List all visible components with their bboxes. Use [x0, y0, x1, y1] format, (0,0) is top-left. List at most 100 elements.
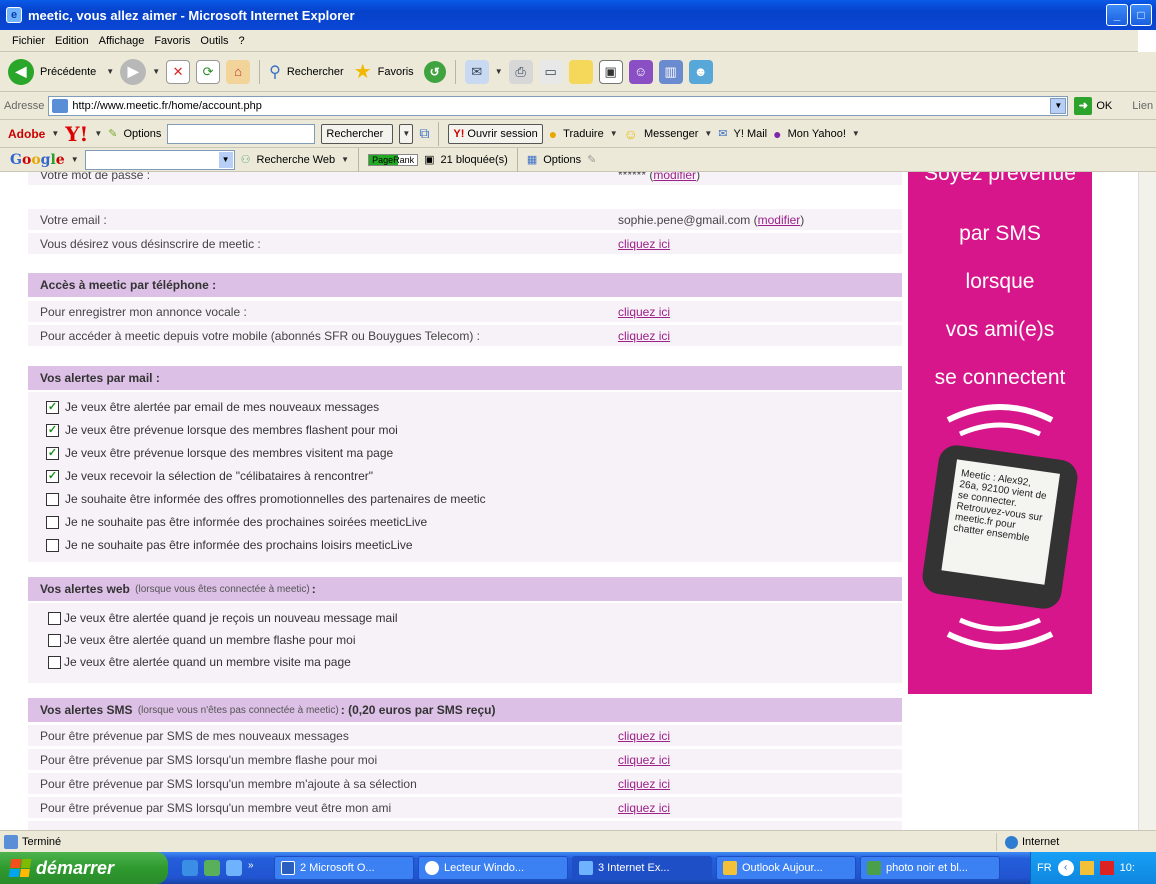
go-button-label[interactable]: OK [1096, 100, 1112, 112]
research-icon[interactable]: ▣ [598, 59, 623, 84]
mail-alert-item[interactable]: Je souhaite être informée des offres pro… [46, 492, 486, 506]
task-word[interactable]: 2 Microsoft O... [274, 856, 414, 880]
menu-outils[interactable]: Outils [200, 35, 228, 47]
start-button[interactable]: démarrer [0, 852, 168, 884]
vertical-scrollbar[interactable] [1138, 172, 1156, 830]
back-button-label[interactable]: Précédente [40, 66, 96, 78]
desktop-quicklaunch-icon[interactable] [204, 860, 220, 876]
links-label[interactable]: Lien [1132, 100, 1153, 112]
blocked-popups[interactable]: 21 bloquée(s) [441, 154, 508, 166]
mail-alert-item[interactable]: Je ne souhaite pas être informée des pro… [46, 515, 427, 529]
mail-alert-item[interactable]: ✓ Je veux être prévenue lorsque des membr… [46, 446, 393, 460]
back-dropdown-icon[interactable]: ▼ [106, 67, 114, 76]
checkbox[interactable]: ✓ [46, 423, 59, 437]
discuss-icon[interactable] [568, 59, 593, 84]
checkbox[interactable] [46, 538, 59, 552]
checkbox[interactable] [46, 515, 59, 529]
tray-outlook-icon[interactable] [1079, 861, 1094, 875]
checkbox[interactable]: ✓ [46, 469, 59, 483]
menu-edition[interactable]: Edition [55, 35, 89, 47]
address-dropdown-icon[interactable]: ▼ [1050, 97, 1067, 114]
messenger-button[interactable]: Messenger [644, 128, 698, 140]
web-alert-item[interactable]: Je veux être alertée quand un membre vis… [48, 655, 351, 669]
refresh-icon[interactable]: ⟳ [196, 59, 221, 84]
highlight-icon[interactable]: ⧉ [419, 125, 429, 142]
task-internet-explorer[interactable]: 3 Internet Ex... [572, 856, 712, 880]
modify-password-link[interactable]: modifier [653, 172, 696, 182]
yahoo-search-button[interactable]: Rechercher [321, 123, 394, 144]
my-yahoo-button[interactable]: Mon Yahoo! [788, 128, 846, 140]
contacts-icon[interactable]: ☻ [688, 59, 713, 84]
mobile-access-link[interactable]: cliquez ici [618, 329, 670, 343]
minimize-button[interactable]: _ [1106, 4, 1128, 26]
quicklaunch-more-icon[interactable]: » [248, 860, 264, 876]
ie2-quicklaunch-icon[interactable] [226, 860, 242, 876]
web-alert-item[interactable]: Je veux être alertée quand un membre fla… [48, 633, 356, 647]
mail-icon[interactable]: ✉ [464, 59, 489, 84]
mail-alert-item[interactable]: Je ne souhaite pas être informée des pro… [46, 538, 413, 552]
menu-affichage[interactable]: Affichage [99, 35, 145, 47]
translate-button[interactable]: Traduire [563, 128, 604, 140]
sms-alert-link[interactable]: cliquez ici [618, 753, 670, 767]
checkbox[interactable] [48, 655, 61, 669]
search-button-label[interactable]: Rechercher [287, 66, 344, 78]
maximize-button[interactable]: □ [1130, 4, 1152, 26]
pencil-icon-google[interactable]: ✎ [587, 153, 596, 166]
task-outlook[interactable]: Outlook Aujour... [716, 856, 856, 880]
yahoo-logo-icon[interactable]: Y! [65, 122, 88, 146]
menu-favoris[interactable]: Favoris [154, 35, 190, 47]
sms-alert-link[interactable]: cliquez ici [618, 729, 670, 743]
history-icon[interactable]: ↺ [423, 60, 446, 83]
tray-antivirus-icon[interactable] [1099, 861, 1114, 875]
checkbox[interactable] [48, 611, 61, 625]
forward-dropdown-icon[interactable]: ▼ [152, 67, 160, 76]
ie-quicklaunch-icon[interactable] [182, 860, 198, 876]
google-search-input[interactable]: ▼ [84, 149, 235, 170]
books-icon[interactable]: ▥ [658, 59, 683, 84]
yahoo-search-dropdown[interactable]: ▼ [399, 123, 414, 144]
favorites-button-label[interactable]: Favoris [378, 66, 414, 78]
print-icon[interactable]: ⎙ [508, 59, 533, 84]
yahoo-options[interactable]: Options [123, 128, 161, 140]
go-arrow-icon[interactable]: ➜ [1074, 96, 1093, 115]
checkbox[interactable]: ✓ [46, 446, 59, 460]
task-photo[interactable]: photo noir et bl... [860, 856, 1000, 880]
sms-ad-banner[interactable]: Soyez prévenue par SMS lorsque vos ami(e… [908, 172, 1092, 694]
open-session-button[interactable]: Y! Ouvrir session [448, 123, 543, 144]
forward-arrow-icon[interactable]: ▶ [120, 58, 147, 85]
mail-dropdown-icon[interactable]: ▼ [495, 67, 503, 76]
sms-alert-link[interactable]: cliquez ici [618, 801, 670, 815]
address-input[interactable]: http://www.meetic.fr/home/account.php ▼ [48, 95, 1069, 116]
web-search-button[interactable]: Recherche Web [257, 154, 336, 166]
pencil-icon[interactable]: ✎ [108, 127, 117, 140]
menu-fichier[interactable]: Fichier [12, 35, 45, 47]
modify-email-link[interactable]: modifier [758, 213, 801, 227]
mail-alert-item[interactable]: ✓ Je veux recevoir la sélection de "célib… [46, 469, 373, 483]
stop-icon[interactable]: ✕ [166, 59, 191, 84]
mail-alert-item[interactable]: ✓ Je veux être alertée par email de mes n… [46, 400, 379, 414]
yahoo-search-input[interactable] [167, 123, 316, 144]
checkbox[interactable] [48, 633, 61, 647]
address-url[interactable]: http://www.meetic.fr/home/account.php [72, 100, 262, 112]
home-icon[interactable]: ⌂ [226, 59, 251, 84]
adobe-button[interactable]: Adobe [8, 127, 45, 141]
sms-alert-link[interactable]: cliquez ici [618, 777, 670, 791]
back-arrow-icon[interactable]: ◀ [8, 58, 34, 85]
messenger-character-icon[interactable]: ☺ [628, 59, 653, 84]
yahoo-mail-button[interactable]: Y! Mail [734, 128, 768, 140]
menu-help[interactable]: ? [239, 35, 245, 47]
unsubscribe-link[interactable]: cliquez ici [618, 237, 670, 251]
checkbox[interactable] [46, 492, 59, 506]
google-options[interactable]: Options [543, 154, 581, 166]
google-logo[interactable]: Google [10, 152, 65, 168]
task-media-player[interactable]: Lecteur Windo... [418, 856, 568, 880]
mail-alert-item[interactable]: ✓ Je veux être prévenue lorsque des membr… [46, 423, 398, 437]
web-alert-item[interactable]: Je veux être alertée quand je reçois un … [48, 611, 398, 625]
edit-icon[interactable]: ▭ [538, 59, 563, 84]
favorites-star-icon[interactable]: ★ [354, 59, 372, 84]
tray-arrow-icon[interactable]: ‹ [1057, 860, 1074, 876]
pagerank-indicator[interactable]: PageRank [368, 153, 419, 166]
voice-ad-link[interactable]: cliquez ici [618, 305, 670, 319]
search-icon[interactable]: ⚲ [269, 62, 281, 82]
checkbox[interactable]: ✓ [46, 400, 59, 414]
